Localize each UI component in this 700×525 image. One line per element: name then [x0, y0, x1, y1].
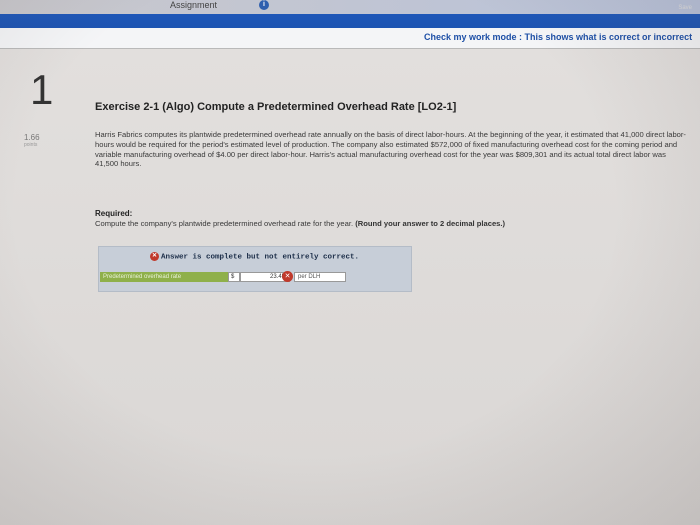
question-number: 1: [30, 66, 54, 113]
required-text: Compute the company's plantwide predeter…: [95, 219, 505, 228]
points-value: 1.66: [24, 133, 40, 142]
points-label: points: [24, 142, 38, 148]
currency-symbol: $: [228, 272, 240, 282]
answer-row-label: Predetermined overhead rate: [100, 272, 228, 282]
rounding-hint: (Round your answer to 2 decimal places.): [355, 219, 506, 228]
save-button[interactable]: Save: [678, 5, 692, 11]
check-work-mode-text: Check my work mode : This shows what is …: [424, 32, 693, 42]
points-box: 1.66 points: [24, 133, 40, 148]
problem-text: Harris Fabrics computes its plantwide pr…: [95, 130, 686, 169]
unit-label: per DLH: [294, 272, 346, 282]
exercise-title: Exercise 2-1 (Algo) Compute a Predetermi…: [95, 101, 457, 113]
required-label: Required:: [95, 209, 133, 218]
top-strip: [0, 0, 700, 14]
answer-status: ✕ Answer is complete but not entirely cor…: [150, 252, 359, 261]
incorrect-x-icon: ✕: [282, 271, 293, 282]
info-icon[interactable]: i: [259, 0, 269, 10]
assignment-title: Assignment: [170, 0, 218, 10]
required-instruction: Compute the company's plantwide predeter…: [95, 219, 354, 228]
x-circle-icon: ✕: [150, 252, 159, 261]
answer-status-text: Answer is complete but not entirely corr…: [161, 253, 360, 262]
